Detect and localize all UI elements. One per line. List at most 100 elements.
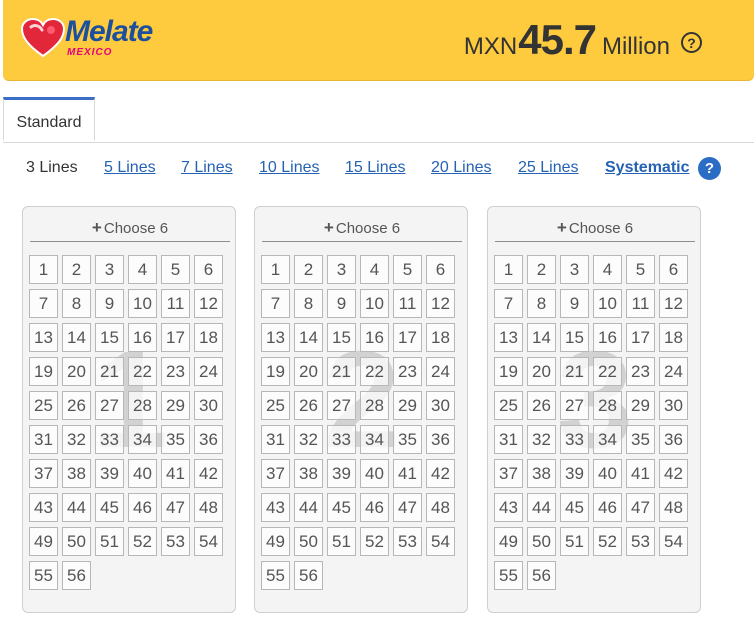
number-cell[interactable]: 53 (626, 527, 655, 556)
number-cell[interactable]: 30 (659, 391, 688, 420)
number-cell[interactable]: 9 (327, 289, 356, 318)
number-cell[interactable]: 33 (327, 425, 356, 454)
number-cell[interactable]: 43 (29, 493, 58, 522)
number-cell[interactable]: 19 (29, 357, 58, 386)
number-cell[interactable]: 10 (593, 289, 622, 318)
number-cell[interactable]: 16 (593, 323, 622, 352)
number-cell[interactable]: 3 (95, 255, 124, 284)
number-cell[interactable]: 24 (426, 357, 455, 386)
number-cell[interactable]: 21 (327, 357, 356, 386)
number-cell[interactable]: 47 (393, 493, 422, 522)
number-cell[interactable]: 8 (294, 289, 323, 318)
number-cell[interactable]: 13 (29, 323, 58, 352)
number-cell[interactable]: 25 (494, 391, 523, 420)
number-cell[interactable]: 40 (360, 459, 389, 488)
number-cell[interactable]: 23 (626, 357, 655, 386)
number-cell[interactable]: 55 (261, 561, 290, 590)
number-cell[interactable]: 36 (659, 425, 688, 454)
number-cell[interactable]: 4 (593, 255, 622, 284)
number-cell[interactable]: 41 (161, 459, 190, 488)
number-cell[interactable]: 27 (327, 391, 356, 420)
number-cell[interactable]: 18 (194, 323, 223, 352)
number-cell[interactable]: 32 (527, 425, 556, 454)
number-cell[interactable]: 44 (294, 493, 323, 522)
number-cell[interactable]: 25 (29, 391, 58, 420)
number-cell[interactable]: 55 (494, 561, 523, 590)
line-option-systematic[interactable]: Systematic (605, 159, 690, 177)
number-cell[interactable]: 6 (194, 255, 223, 284)
number-cell[interactable]: 42 (426, 459, 455, 488)
number-cell[interactable]: 50 (527, 527, 556, 556)
number-cell[interactable]: 41 (626, 459, 655, 488)
number-cell[interactable]: 28 (360, 391, 389, 420)
number-cell[interactable]: 23 (161, 357, 190, 386)
number-cell[interactable]: 35 (161, 425, 190, 454)
number-cell[interactable]: 34 (128, 425, 157, 454)
number-cell[interactable]: 9 (95, 289, 124, 318)
number-cell[interactable]: 49 (29, 527, 58, 556)
number-cell[interactable]: 1 (261, 255, 290, 284)
number-cell[interactable]: 20 (294, 357, 323, 386)
number-cell[interactable]: 45 (327, 493, 356, 522)
number-cell[interactable]: 20 (62, 357, 91, 386)
number-cell[interactable]: 46 (360, 493, 389, 522)
number-cell[interactable]: 26 (294, 391, 323, 420)
number-cell[interactable]: 39 (95, 459, 124, 488)
number-cell[interactable]: 51 (327, 527, 356, 556)
number-cell[interactable]: 54 (426, 527, 455, 556)
number-cell[interactable]: 7 (29, 289, 58, 318)
number-cell[interactable]: 18 (426, 323, 455, 352)
number-cell[interactable]: 38 (62, 459, 91, 488)
number-cell[interactable]: 32 (294, 425, 323, 454)
number-cell[interactable]: 10 (128, 289, 157, 318)
number-cell[interactable]: 50 (62, 527, 91, 556)
number-cell[interactable]: 19 (261, 357, 290, 386)
number-cell[interactable]: 33 (95, 425, 124, 454)
number-cell[interactable]: 7 (261, 289, 290, 318)
number-cell[interactable]: 48 (659, 493, 688, 522)
number-cell[interactable]: 54 (659, 527, 688, 556)
number-cell[interactable]: 2 (527, 255, 556, 284)
number-cell[interactable]: 11 (161, 289, 190, 318)
number-cell[interactable]: 32 (62, 425, 91, 454)
melate-logo[interactable]: Melate MEXICO (21, 12, 171, 62)
number-cell[interactable]: 49 (261, 527, 290, 556)
number-cell[interactable]: 46 (593, 493, 622, 522)
number-cell[interactable]: 28 (128, 391, 157, 420)
number-cell[interactable]: 52 (128, 527, 157, 556)
number-cell[interactable]: 27 (95, 391, 124, 420)
number-cell[interactable]: 3 (327, 255, 356, 284)
number-cell[interactable]: 31 (261, 425, 290, 454)
number-cell[interactable]: 17 (626, 323, 655, 352)
number-cell[interactable]: 7 (494, 289, 523, 318)
number-cell[interactable]: 53 (161, 527, 190, 556)
number-cell[interactable]: 17 (161, 323, 190, 352)
number-cell[interactable]: 54 (194, 527, 223, 556)
number-cell[interactable]: 19 (494, 357, 523, 386)
number-cell[interactable]: 37 (261, 459, 290, 488)
number-cell[interactable]: 40 (128, 459, 157, 488)
number-cell[interactable]: 22 (593, 357, 622, 386)
number-cell[interactable]: 50 (294, 527, 323, 556)
line-option-10[interactable]: 10 Lines (259, 159, 320, 177)
line-option-20[interactable]: 20 Lines (431, 159, 492, 177)
number-cell[interactable]: 6 (426, 255, 455, 284)
choose-6-header[interactable]: + Choose 6 (495, 218, 695, 242)
number-cell[interactable]: 2 (62, 255, 91, 284)
number-cell[interactable]: 13 (261, 323, 290, 352)
number-cell[interactable]: 45 (95, 493, 124, 522)
number-cell[interactable]: 40 (593, 459, 622, 488)
number-cell[interactable]: 56 (294, 561, 323, 590)
number-cell[interactable]: 14 (294, 323, 323, 352)
number-cell[interactable]: 15 (560, 323, 589, 352)
number-cell[interactable]: 46 (128, 493, 157, 522)
choose-6-header[interactable]: + Choose 6 (30, 218, 230, 242)
number-cell[interactable]: 8 (62, 289, 91, 318)
number-cell[interactable]: 30 (194, 391, 223, 420)
number-cell[interactable]: 49 (494, 527, 523, 556)
jackpot-help-icon[interactable]: ? (681, 32, 702, 53)
number-cell[interactable]: 23 (393, 357, 422, 386)
number-cell[interactable]: 29 (393, 391, 422, 420)
number-cell[interactable]: 44 (62, 493, 91, 522)
number-cell[interactable]: 17 (393, 323, 422, 352)
